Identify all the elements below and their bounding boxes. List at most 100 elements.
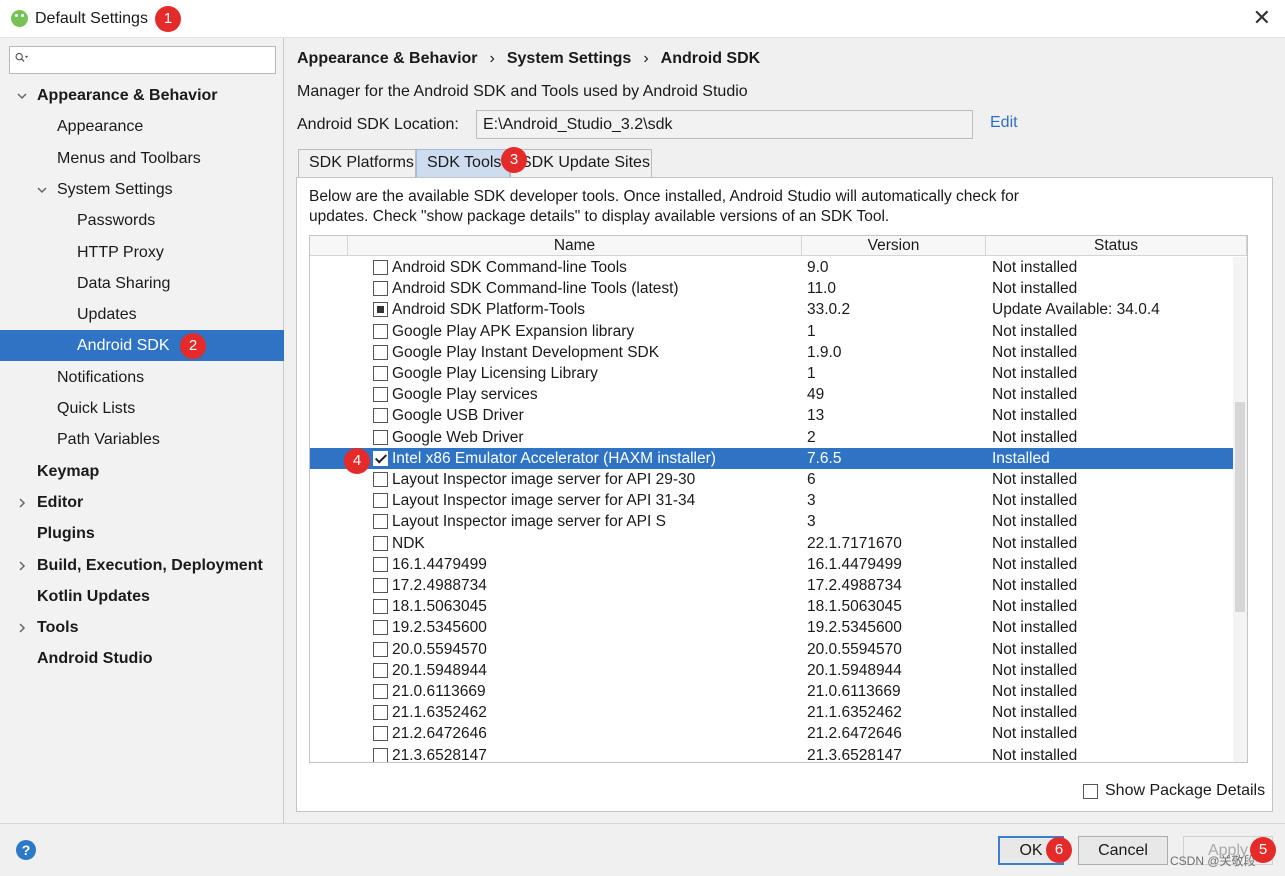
- row-checkbox[interactable]: [373, 281, 388, 297]
- tab-sdk-platforms[interactable]: SDK Platforms: [298, 149, 416, 177]
- table-row[interactable]: 21.2.6472646 21.2.6472646 Not installed: [310, 723, 1247, 744]
- sdk-location-field[interactable]: E:\Android_Studio_3.2\sdk: [476, 110, 973, 139]
- row-checkbox[interactable]: [373, 578, 388, 593]
- row-checkbox[interactable]: [373, 387, 388, 403]
- table-row[interactable]: Google USB Driver 13 Not installed: [310, 405, 1247, 426]
- sidebar-item-path-variables[interactable]: Path Variables: [0, 424, 284, 455]
- table-row[interactable]: Google Play services 49 Not installed: [310, 384, 1247, 405]
- tab-sdk-update-sites[interactable]: SDK Update Sites: [510, 149, 652, 177]
- sidebar-item-android-sdk[interactable]: Android SDK: [0, 330, 284, 362]
- row-checkbox[interactable]: [373, 302, 388, 318]
- row-checkbox[interactable]: [373, 599, 388, 615]
- sidebar-item-notifications[interactable]: Notifications: [0, 362, 284, 393]
- table-row[interactable]: Layout Inspector image server for API 31…: [310, 490, 1247, 511]
- cell-version: 49: [807, 386, 825, 404]
- row-checkbox[interactable]: [373, 535, 388, 551]
- table-row[interactable]: 19.2.5345600 19.2.5345600 Not installed: [310, 617, 1247, 638]
- sidebar-item-passwords[interactable]: Passwords: [0, 205, 284, 236]
- row-checkbox[interactable]: [373, 323, 388, 339]
- help-icon[interactable]: ?: [16, 840, 36, 860]
- edit-link[interactable]: Edit: [990, 114, 1018, 132]
- row-checkbox[interactable]: [373, 408, 388, 424]
- sidebar-item-keymap[interactable]: Keymap: [0, 456, 284, 487]
- cell-version: 3: [807, 492, 816, 510]
- table-row[interactable]: Layout Inspector image server for API 29…: [310, 469, 1247, 490]
- cell-name: Intel x86 Emulator Accelerator (HAXM ins…: [392, 449, 716, 467]
- row-checkbox[interactable]: [373, 726, 388, 742]
- table-row[interactable]: Google Play Licensing Library 1 Not instal…: [310, 363, 1247, 384]
- table-row[interactable]: 20.1.5948944 20.1.5948944 Not installed: [310, 660, 1247, 681]
- main-content: Appearance & Behavior › System Settings › An…: [285, 38, 1285, 823]
- table-row[interactable]: 16.1.4479499 16.1.4479499 Not installed: [310, 554, 1247, 575]
- sidebar-item-appearance[interactable]: Appearance: [0, 111, 284, 142]
- checkbox-box[interactable]: [1083, 784, 1098, 799]
- row-checkbox[interactable]: [373, 705, 388, 721]
- search-input[interactable]: [9, 46, 276, 74]
- cell-name: Android SDK Platform-Tools: [392, 301, 585, 319]
- cell-version: 20.1.5948944: [807, 661, 902, 679]
- row-checkbox[interactable]: [373, 662, 388, 678]
- sidebar-item-kotlin-updates[interactable]: Kotlin Updates: [0, 581, 284, 612]
- sidebar-item-tools[interactable]: Tools: [0, 612, 284, 643]
- sidebar-item-quick-lists[interactable]: Quick Lists: [0, 393, 284, 424]
- table-row[interactable]: 21.1.6352462 21.1.6352462 Not installed: [310, 702, 1247, 723]
- row-checkbox[interactable]: [373, 472, 388, 487]
- sidebar-item-label: HTTP Proxy: [77, 243, 164, 261]
- cell-status: Not installed: [992, 322, 1078, 340]
- row-checkbox[interactable]: [373, 641, 388, 657]
- row-checkbox[interactable]: [373, 556, 388, 572]
- chevron-right-icon[interactable]: [16, 560, 28, 572]
- sidebar-item-system-settings[interactable]: System Settings: [0, 174, 284, 205]
- chevron-down-icon[interactable]: [16, 90, 28, 102]
- table-row[interactable]: 17.2.4988734 17.2.4988734 Not installed: [310, 575, 1247, 596]
- cancel-button[interactable]: Cancel: [1078, 836, 1168, 865]
- table-row[interactable]: 21.3.6528147 21.3.6528147 Not installed: [310, 745, 1247, 762]
- scrollbar-thumb[interactable]: [1235, 402, 1245, 612]
- row-checkbox[interactable]: [373, 344, 388, 360]
- table-row[interactable]: Layout Inspector image server for API S 3…: [310, 511, 1247, 532]
- row-checkbox[interactable]: [373, 684, 388, 699]
- sidebar-item-editor[interactable]: Editor: [0, 487, 284, 518]
- sidebar-item-http-proxy[interactable]: HTTP Proxy: [0, 237, 284, 268]
- table-row[interactable]: Intel x86 Emulator Accelerator (HAXM ins…: [310, 447, 1247, 469]
- vertical-scrollbar[interactable]: [1233, 257, 1247, 762]
- table-row[interactable]: Android SDK Platform-Tools 33.0.2 Update A…: [310, 299, 1247, 320]
- table-row[interactable]: 21.0.6113669 21.0.6113669 Not installed: [310, 681, 1247, 702]
- table-row[interactable]: Google Web Driver 2 Not installed: [310, 427, 1247, 448]
- table-row[interactable]: Google Play Instant Development SDK 1.9.0…: [310, 342, 1247, 363]
- close-icon[interactable]: ✕: [1253, 7, 1271, 29]
- column-header-checkbox[interactable]: [310, 236, 348, 256]
- cell-version: 1: [807, 322, 816, 340]
- column-header-name[interactable]: Name: [348, 236, 802, 256]
- table-row[interactable]: 20.0.5594570 20.0.5594570 Not installed: [310, 639, 1247, 660]
- table-row[interactable]: Android SDK Command-line Tools (latest) 1…: [310, 278, 1247, 299]
- row-checkbox[interactable]: [373, 514, 388, 530]
- chevron-right-icon[interactable]: [16, 622, 28, 634]
- sidebar-item-data-sharing[interactable]: Data Sharing: [0, 268, 284, 299]
- breadcrumb-item: System Settings: [506, 50, 632, 67]
- table-row[interactable]: Android SDK Command-line Tools 9.0 Not ins…: [310, 257, 1247, 278]
- row-checkbox[interactable]: [373, 366, 388, 381]
- sidebar-item-build-execution-deployment[interactable]: Build, Execution, Deployment: [0, 550, 284, 581]
- tab-sdk-tools[interactable]: SDK Tools: [416, 149, 510, 177]
- row-checkbox[interactable]: [373, 620, 388, 636]
- table-row[interactable]: Google Play APK Expansion library 1 Not in…: [310, 321, 1247, 342]
- sidebar-item-label: Path Variables: [57, 431, 160, 449]
- row-checkbox[interactable]: [373, 260, 388, 275]
- row-checkbox[interactable]: [373, 493, 388, 509]
- sidebar-item-appearance-behavior[interactable]: Appearance & Behavior: [0, 80, 284, 111]
- row-checkbox[interactable]: [373, 747, 388, 762]
- cell-name: NDK: [392, 534, 425, 552]
- column-header-status[interactable]: Status: [986, 236, 1247, 256]
- chevron-down-icon[interactable]: [36, 184, 48, 196]
- column-header-version[interactable]: Version: [802, 236, 986, 256]
- row-checkbox[interactable]: [373, 429, 388, 445]
- chevron-right-icon[interactable]: [16, 497, 28, 509]
- table-row[interactable]: 18.1.5063045 18.1.5063045 Not installed: [310, 596, 1247, 617]
- sidebar-item-updates[interactable]: Updates: [0, 299, 284, 330]
- table-row[interactable]: NDK 22.1.7171670 Not installed: [310, 533, 1247, 554]
- sidebar-item-android-studio[interactable]: Android Studio: [0, 643, 284, 674]
- row-checkbox[interactable]: [373, 450, 388, 466]
- sidebar-item-plugins[interactable]: Plugins: [0, 518, 284, 549]
- sidebar-item-menus-and-toolbars[interactable]: Menus and Toolbars: [0, 143, 284, 174]
